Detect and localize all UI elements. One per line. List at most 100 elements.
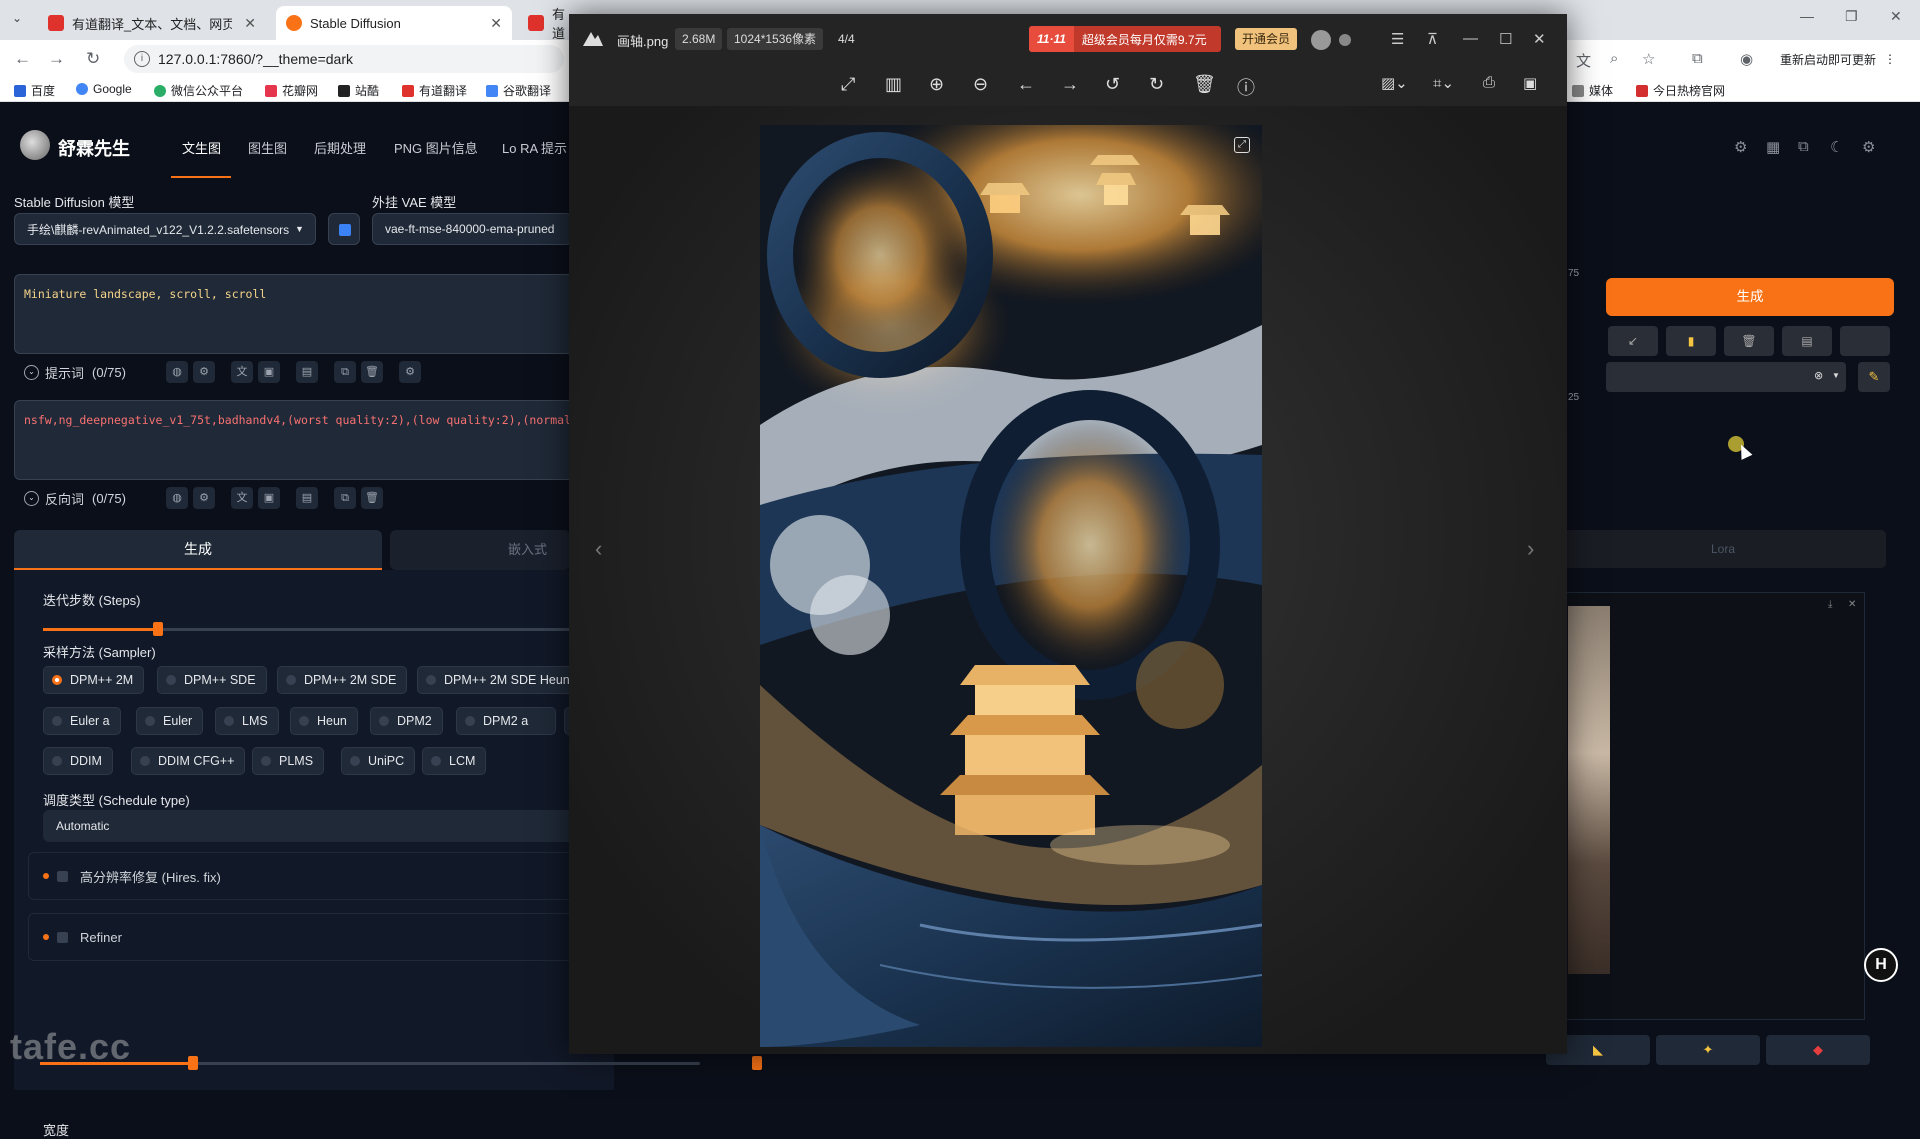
steps-slider-thumb[interactable] [153,622,163,636]
tab-lora-prompt[interactable]: Lo RA 提示 [502,138,567,157]
sampler-option[interactable]: DDIM CFG++ [131,747,246,775]
gear-icon[interactable]: ⚙ [193,487,215,509]
save-icon[interactable]: ▣ [1523,74,1537,92]
layout-icon[interactable]: ▤ [296,361,318,383]
close-icon[interactable]: ✕ [244,15,256,32]
bookmark-google-translate[interactable]: 谷歌翻译 [486,82,551,99]
style-icon[interactable]: ▮ [1666,326,1716,356]
bookmark-google[interactable]: Google [76,82,132,96]
profile-icon[interactable]: ◉ [1740,50,1753,68]
tab-img2img[interactable]: 图生图 [248,138,287,157]
width-slider-thumb[interactable] [188,1056,198,1070]
minimize-icon[interactable]: — [1800,8,1814,24]
next-arrow-icon[interactable]: → [1061,74,1079,95]
displayed-image[interactable]: ⤢ [760,125,1262,1047]
sampler-option[interactable]: LCM [422,747,487,775]
info-icon[interactable]: ⓘ [1237,74,1255,100]
tab-lora[interactable]: Lora [1560,530,1886,568]
settings-icon[interactable]: ⚙ [1734,138,1747,156]
extension-icon[interactable]: ⧉ [1798,138,1809,155]
copy-icon[interactable]: ⧉ [334,361,356,383]
arrow-icon[interactable]: ↙ [1608,326,1658,356]
action-button[interactable]: ◆ [1766,1035,1870,1065]
previous-image-icon[interactable]: ‹ [595,536,602,562]
width-slider[interactable] [40,1062,700,1065]
url-input[interactable]: i 127.0.0.1:7860/?__theme=dark [124,45,564,73]
bookmark-huaban[interactable]: 花瓣网 [265,82,318,99]
bookmark-baidu[interactable]: 百度 [14,82,55,99]
maximize-icon[interactable]: ☐ [1499,30,1512,48]
generate-button[interactable]: 生成 [1606,278,1894,316]
sampler-option[interactable]: DPM2 a [456,707,556,735]
tab-embedding[interactable]: 嵌入式 (T.I. [390,530,570,597]
trash-icon[interactable]: 🗑 [361,361,383,383]
browser-tab-youdao-2[interactable]: 有道 [518,6,568,41]
sampler-option[interactable]: DPM++ SDE [157,666,267,694]
translate-icon[interactable]: 文 [231,361,253,383]
globe-icon[interactable]: ◍ [166,361,188,383]
tab-list-button[interactable]: ⌄ [12,11,22,25]
sampler-option[interactable]: DPM++ 2M [43,666,145,694]
rotate-left-icon[interactable]: ↺ [1105,74,1120,95]
refiner-accordion[interactable]: Refiner [28,913,588,961]
close-icon[interactable]: ✕ [490,15,502,32]
clear-icon[interactable]: ⊗ [1814,369,1823,382]
back-icon[interactable]: ← [14,49,31,69]
actual-size-icon[interactable]: ▥ [885,74,902,95]
collapse-icon[interactable]: ⌄ [24,490,39,506]
image-icon[interactable]: ▣ [258,361,280,383]
sampler-option[interactable]: Euler a [43,707,121,735]
sampler-option[interactable]: Heun [290,707,358,735]
copy-icon[interactable]: ⧉ [334,487,356,509]
tab-generation[interactable]: 生成 [14,530,382,570]
fullscreen-icon[interactable]: ⤢ [1234,137,1250,153]
next-image-icon[interactable]: › [1527,536,1534,562]
theme-moon-icon[interactable]: ☾ [1830,138,1843,156]
trash-icon[interactable]: 🗑 [1724,326,1774,356]
avatar[interactable] [1311,30,1331,50]
gear-icon[interactable]: ⚙ [1862,138,1875,156]
promo-banner[interactable]: 11·11 超级会员每月仅需9.7元 [1029,26,1221,52]
translate-icon[interactable]: 文 [231,487,253,509]
browser-tab-stable-diffusion[interactable]: Stable Diffusion ✕ [276,6,512,40]
edit-styles-button[interactable]: ✎ [1858,362,1890,392]
result-thumbnail[interactable] [1568,606,1610,974]
refresh-models-button[interactable] [328,213,360,245]
refiner-checkbox[interactable] [57,931,68,943]
translate-icon[interactable]: 文 [1576,50,1591,71]
status-icon[interactable] [1339,34,1351,46]
close-window-icon[interactable]: ✕ [1890,8,1902,25]
extensions-icon[interactable]: ⧉ [1692,50,1703,67]
sampler-option[interactable]: Euler [136,707,204,735]
delete-icon[interactable]: 🗑 [1193,74,1216,95]
edit-image-icon[interactable]: ▨⌄ [1381,74,1408,92]
zoom-in-icon[interactable]: ⊕ [929,74,944,95]
styles-select[interactable]: ⊗ ▼ [1606,362,1846,392]
sampler-option[interactable]: PLMS [252,747,325,775]
reload-icon[interactable]: ↻ [86,49,100,69]
image-icon[interactable]: ▣ [258,487,280,509]
sampler-option[interactable]: DDIM [43,747,113,775]
extra-button[interactable] [1840,326,1890,356]
collapse-icon[interactable]: ⌄ [24,364,39,380]
schedule-select[interactable]: Automatic [43,810,585,842]
sampler-option[interactable]: DPM2 [370,707,443,735]
restart-update-button[interactable]: 重新启动即可更新 ⋮ [1780,48,1896,70]
bookmark-star-icon[interactable]: ☆ [1642,50,1655,68]
sampler-option[interactable]: UniPC [341,747,416,775]
pin-icon[interactable]: ⊼ [1427,30,1438,48]
zoom-out-icon[interactable]: ⊖ [973,74,988,95]
sampler-option[interactable]: DPM++ 2M SDE [277,666,408,694]
hires-fix-accordion[interactable]: 高分辨率修复 (Hires. fix) [28,852,588,900]
bookmark-media[interactable]: 媒体 [1572,82,1613,99]
negative-prompt-input[interactable]: nsfw,ng_deepnegative_v1_75t,badhandv4,(w… [14,400,574,480]
bookmark-youdao[interactable]: 有道翻译 [402,82,467,99]
print-icon[interactable]: ⎙ [1483,74,1495,91]
forward-icon[interactable]: → [48,49,65,69]
action-button[interactable]: ✦ [1656,1035,1760,1065]
close-icon[interactable]: ✕ [1848,599,1856,610]
sampler-option[interactable]: DPM++ 2M SDE Heun [417,666,585,694]
close-icon[interactable]: ✕ [1533,30,1546,48]
vae-select[interactable]: vae-ft-mse-840000-ema-pruned [372,213,572,245]
trash-icon[interactable]: 🗑 [361,487,383,509]
